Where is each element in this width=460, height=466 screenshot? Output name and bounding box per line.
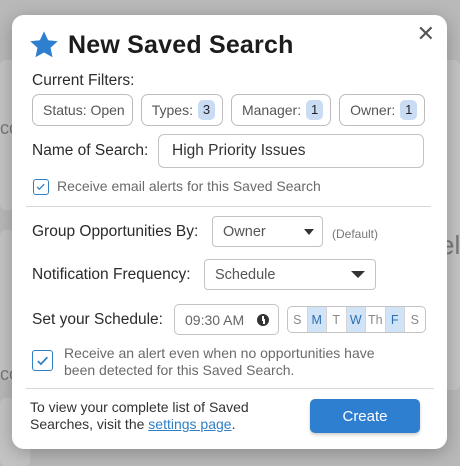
filter-chip-label: Owner: [350,102,396,118]
filter-count-badge: 1 [400,100,418,120]
group-by-value: Owner [223,223,266,240]
frequency-select[interactable]: Schedule [204,259,376,290]
settings-page-link[interactable]: settings page [148,416,231,432]
section-divider [26,206,431,207]
section-divider [26,388,434,389]
day-toggle-wednesday[interactable]: W [346,307,366,332]
email-alert-label: Receive email alerts for this Saved Sear… [57,178,321,194]
day-toggle-thursday[interactable]: Th [366,307,386,332]
settings-hint-after: . [231,416,236,432]
frequency-value: Schedule [215,266,276,283]
dialog-title: New Saved Search [68,30,294,59]
create-button[interactable]: Create [310,399,420,433]
close-icon[interactable]: ✕ [417,23,435,45]
email-alert-checkbox[interactable] [33,179,49,195]
frequency-label: Notification Frequency: [32,266,191,283]
no-results-alert-label: Receive an alert even when no opportunit… [64,345,375,378]
no-results-alert-checkbox[interactable] [32,350,53,371]
default-hint: (Default) [332,227,379,241]
chevron-down-icon [351,270,365,278]
search-name-label: Name of Search: [32,142,149,159]
filter-chip-label: Manager: [241,102,302,118]
chevron-down-icon [304,228,314,235]
new-saved-search-dialog: ✕ New Saved Search Current Filters: Stat… [12,15,447,449]
star-icon [30,31,58,58]
checkmark-icon [37,356,48,366]
filter-chips: Status: Open Types: 3 Manager: 1 Owner: … [32,94,426,126]
current-filters-label: Current Filters: [32,72,135,89]
filter-chip-owner[interactable]: Owner: 1 [339,94,426,126]
filter-count-badge: 3 [197,100,215,120]
filter-chip-manager[interactable]: Manager: 1 [230,94,332,126]
group-by-label: Group Opportunities By: [32,223,199,240]
group-by-select[interactable]: Owner [212,216,323,247]
filter-chip-label: Types: [151,102,193,118]
day-toggle-saturday[interactable]: S [405,307,425,332]
day-toggle-monday[interactable]: M [307,307,327,332]
filter-chip-status[interactable]: Status: Open [32,94,133,126]
day-toggle-friday[interactable]: F [385,307,405,332]
filter-chip-types[interactable]: Types: 3 [140,94,223,126]
schedule-time-value: 09:30 AM [185,311,245,328]
schedule-time-input[interactable]: 09:30 AM [174,304,279,335]
search-name-input[interactable]: High Priority Issues [158,134,424,168]
clock-icon[interactable] [257,314,269,326]
schedule-label: Set your Schedule: [32,311,163,328]
checkmark-icon [37,184,45,191]
settings-hint-text: To view your complete list of Saved Sear… [30,399,290,433]
filter-chip-label: Status: Open [43,102,125,118]
dialog-header: New Saved Search [28,29,294,61]
day-toggle-tuesday[interactable]: T [327,307,347,332]
day-picker: S M T W Th F S [287,306,426,333]
filter-count-badge: 1 [306,100,324,120]
day-toggle-sunday[interactable]: S [288,307,308,332]
